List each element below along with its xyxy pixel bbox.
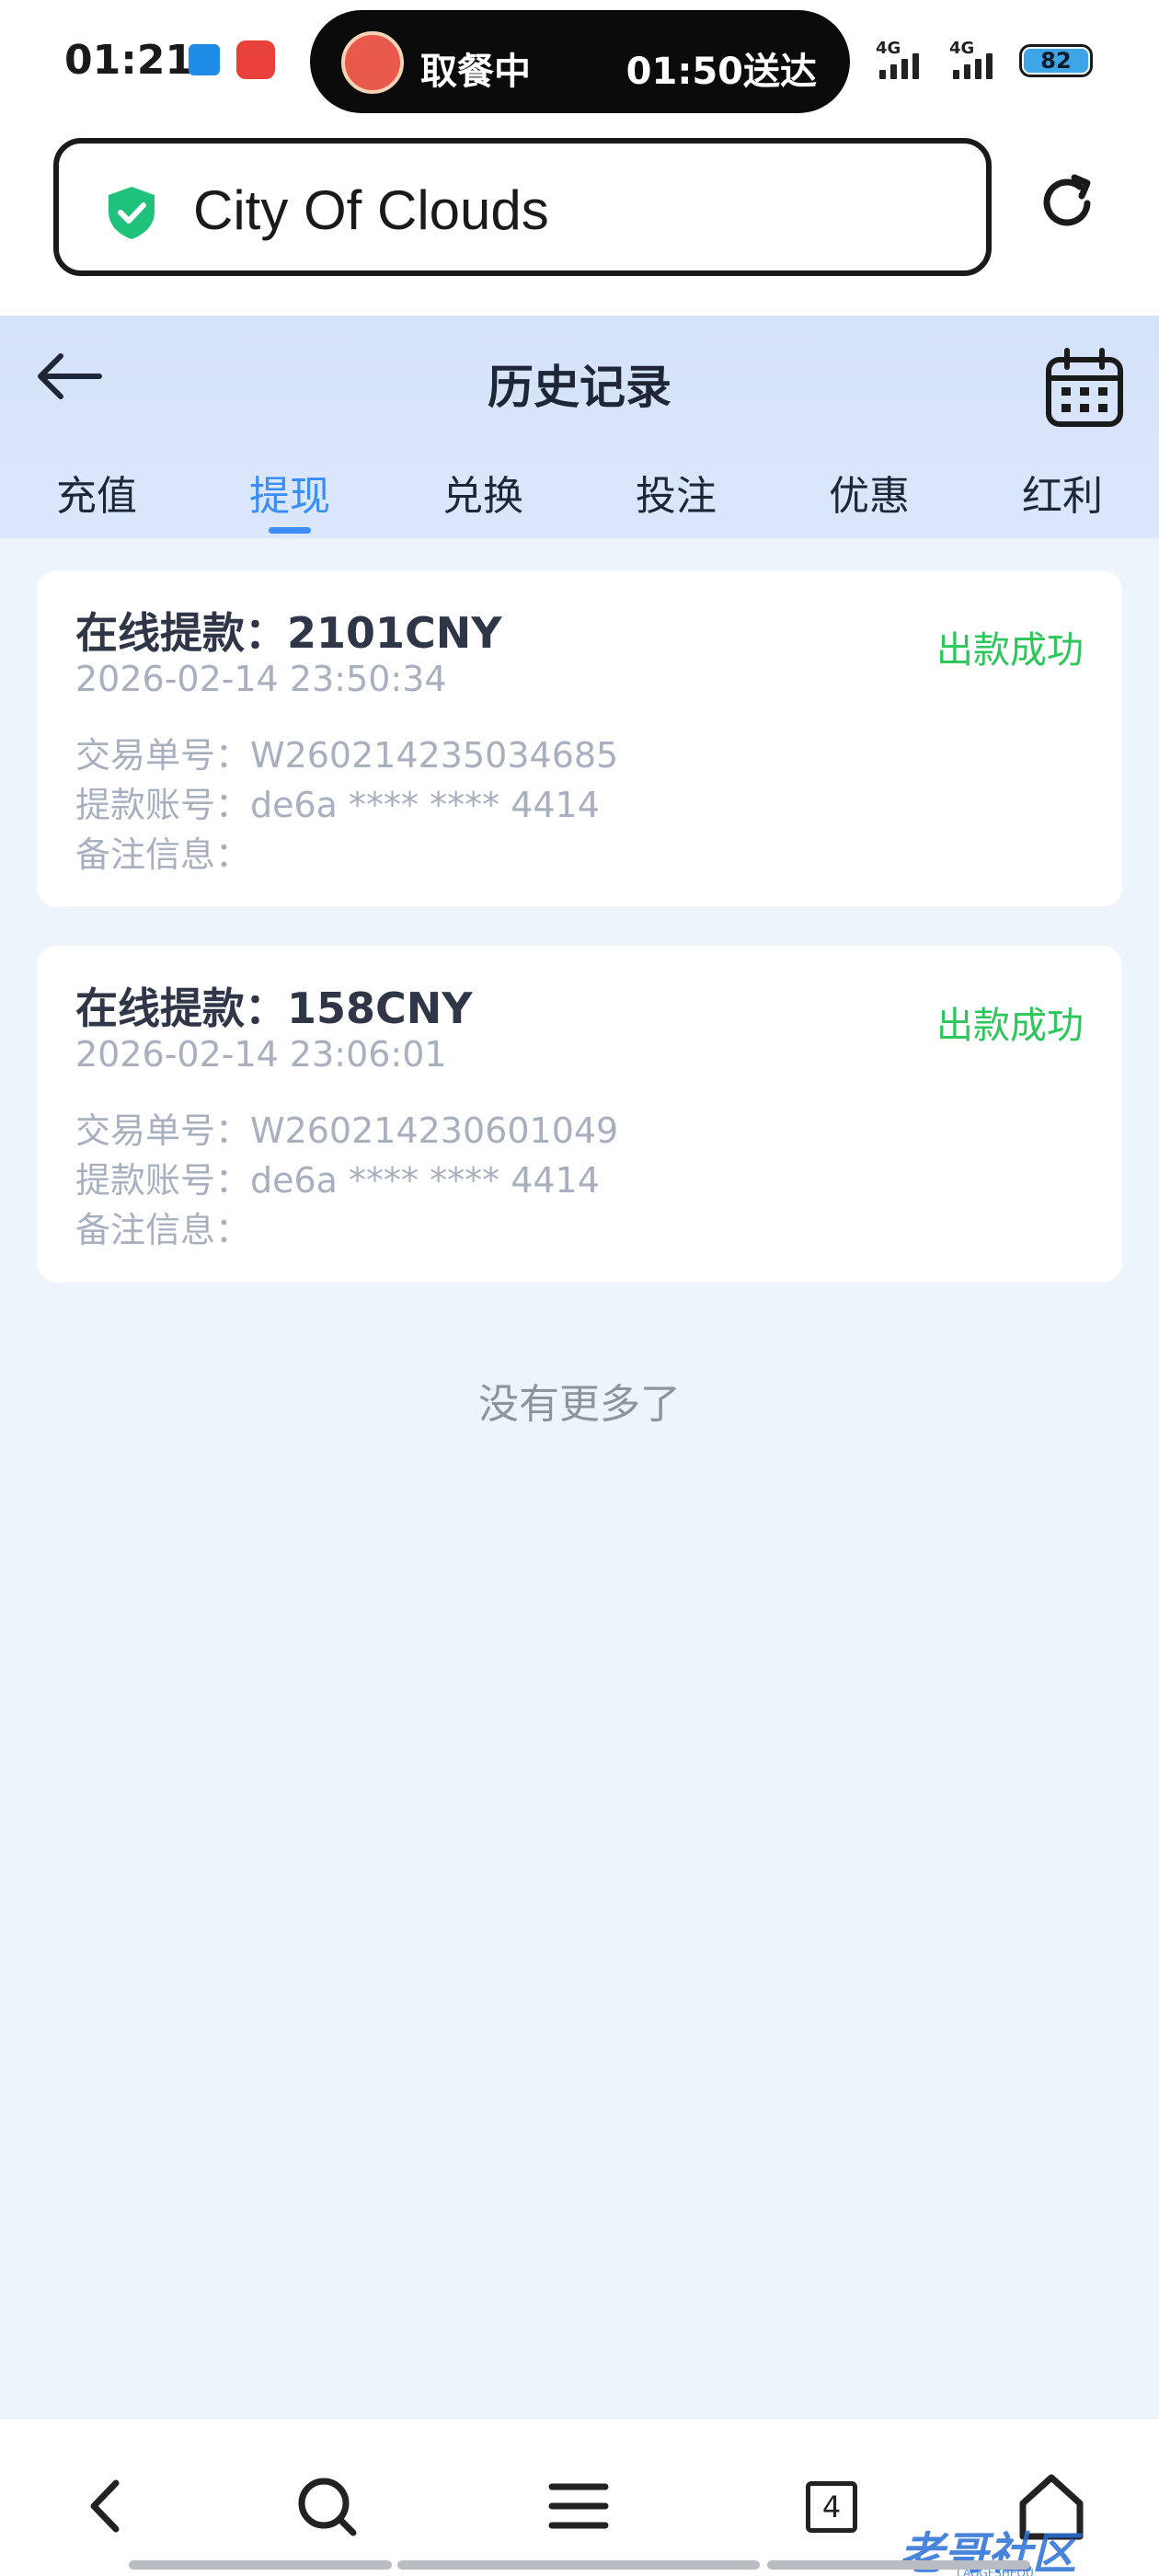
secure-shield-icon (109, 187, 155, 239)
record-account: 提款账号：de6a **** **** 4414 (75, 1160, 600, 1201)
gesture-bar-right (767, 2560, 1030, 2570)
gesture-bar-center (397, 2560, 760, 2570)
record-time: 2026-02-14 23:50:34 (75, 659, 447, 699)
menu-icon[interactable] (537, 2465, 620, 2547)
record-account: 提款账号：de6a **** **** 4414 (75, 785, 600, 825)
tabs-button[interactable]: 4 (791, 2465, 874, 2547)
gesture-bar-left (129, 2560, 392, 2570)
dynamic-island[interactable]: 取餐中 01:50送达 (310, 10, 850, 113)
notification-app-icon-2 (236, 40, 275, 79)
record-card[interactable]: 在线提款：2101CNY 出款成功 2026-02-14 23:50:34 交易… (37, 570, 1122, 907)
signal-bars-icon (879, 53, 919, 79)
record-title: 在线提款：158CNY (75, 983, 473, 1033)
tab-promotions[interactable]: 优惠 (777, 463, 961, 522)
tab-exchange[interactable]: 兑换 (391, 463, 575, 522)
tab-recharge[interactable]: 充值 (5, 463, 189, 522)
search-icon[interactable] (285, 2465, 368, 2547)
tab-withdraw[interactable]: 提现 (198, 463, 382, 522)
island-eta: 01:50送达 (625, 51, 817, 93)
address-text: City Of Clouds (193, 179, 549, 241)
battery-level: 82 (1024, 49, 1088, 73)
tab-bonus[interactable]: 红利 (970, 463, 1154, 522)
record-note: 备注信息： (75, 1210, 251, 1250)
browser-back-icon[interactable] (66, 2465, 149, 2547)
active-tab-indicator (269, 527, 311, 534)
battery-icon: 82 (1019, 44, 1093, 77)
status-time: 01:21 (64, 37, 194, 84)
tab-bets[interactable]: 投注 (584, 463, 768, 522)
record-card[interactable]: 在线提款：158CNY 出款成功 2026-02-14 23:06:01 交易单… (37, 946, 1122, 1282)
page-header: 历史记录 充值 提现 兑换 投注 优惠 红利 (0, 316, 1159, 538)
calendar-icon[interactable] (1043, 347, 1126, 430)
browser-address-row: City Of Clouds (0, 124, 1159, 316)
record-order-number: 交易单号：W260214235034685 (75, 735, 619, 776)
record-title: 在线提款：2101CNY (75, 608, 502, 658)
record-status: 出款成功 (936, 629, 1084, 672)
record-time: 2026-02-14 23:06:01 (75, 1034, 447, 1075)
delivery-avatar-icon (341, 31, 404, 94)
record-note: 备注信息： (75, 834, 251, 875)
record-status: 出款成功 (936, 1005, 1084, 1047)
island-status: 取餐中 (420, 51, 531, 93)
tab-count: 4 (806, 2481, 857, 2533)
address-bar[interactable]: City Of Clouds (53, 138, 992, 276)
history-tabs: 充值 提现 兑换 投注 优惠 红利 (0, 463, 1159, 538)
refresh-icon[interactable] (1032, 168, 1102, 238)
record-order-number: 交易单号：W260214230601049 (75, 1110, 619, 1151)
signal-bars-icon-2 (953, 53, 993, 79)
status-bar: 01:21 取餐中 01:50送达 4G 4G 82 (0, 0, 1159, 124)
notification-app-icon (189, 44, 220, 75)
page-title: 历史记录 (488, 361, 671, 414)
list-end-message: 没有更多了 (478, 1381, 681, 1428)
